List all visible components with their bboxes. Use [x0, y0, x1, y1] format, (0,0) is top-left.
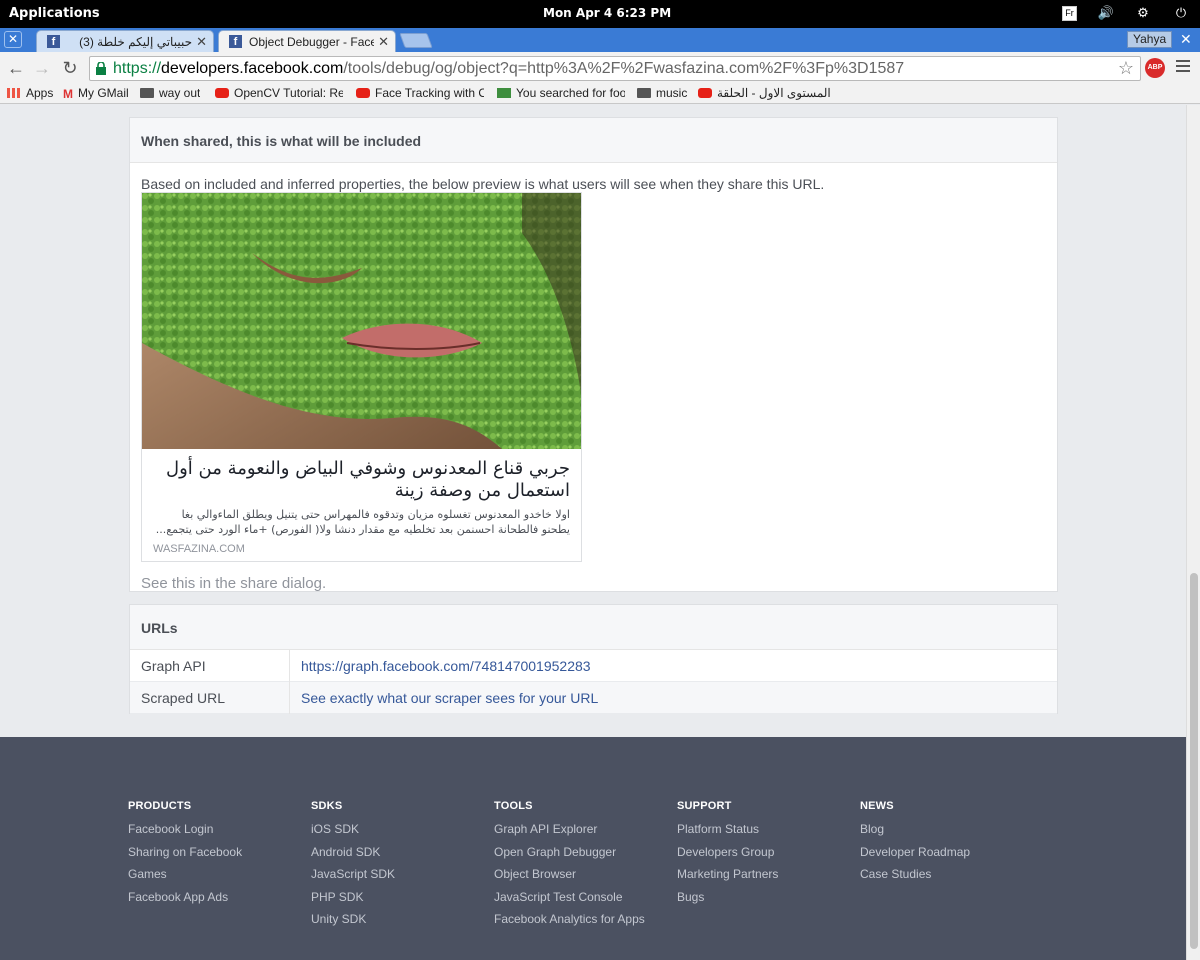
bookmark-folder-way-out[interactable]: way out	[140, 86, 200, 102]
bookmark-food-search[interactable]: You searched for food	[497, 86, 625, 102]
bookmark-folder-music[interactable]: music	[637, 86, 687, 102]
apps-grid-icon	[7, 88, 21, 98]
footer-column-products: PRODUCTS Facebook Login Sharing on Faceb…	[128, 800, 242, 912]
folder-icon	[140, 88, 154, 98]
window-close-icon[interactable]: ✕	[4, 31, 22, 48]
footer-link[interactable]: Blog	[860, 822, 970, 845]
back-arrow-icon[interactable]: ←	[5, 57, 27, 79]
folder-icon	[637, 88, 651, 98]
forward-arrow-icon[interactable]: →	[31, 57, 53, 79]
clock[interactable]: Mon Apr 4 6:23 PM	[543, 6, 671, 20]
adblock-extension-icon[interactable]: ABP	[1145, 58, 1165, 78]
footer-link[interactable]: Facebook Login	[128, 822, 242, 845]
bookmark-face-tracking[interactable]: Face Tracking with Op	[356, 86, 484, 102]
share-dialog-link[interactable]: See this in the share dialog.	[141, 575, 326, 592]
footer-link[interactable]: JavaScript SDK	[311, 867, 395, 890]
footer-link[interactable]: Games	[128, 867, 242, 890]
footer-heading: SDKS	[311, 800, 343, 812]
address-bar[interactable]: https://developers.facebook.com/tools/de…	[89, 56, 1141, 81]
bookmark-star-icon[interactable]: ☆	[1118, 58, 1134, 79]
footer-link[interactable]: iOS SDK	[311, 822, 395, 845]
site-favicon-icon	[497, 88, 511, 98]
footer-link[interactable]: Object Browser	[494, 867, 645, 890]
footer-link[interactable]: Developer Roadmap	[860, 845, 970, 868]
profile-button[interactable]: Yahya	[1127, 31, 1173, 48]
volume-icon[interactable]: 🔊	[1097, 4, 1115, 22]
footer-link[interactable]: Case Studies	[860, 867, 970, 890]
page-scrollbar[interactable]	[1186, 105, 1200, 960]
preview-domain: WASFAZINA.COM	[153, 543, 245, 555]
applications-menu[interactable]: Applications	[9, 6, 100, 21]
footer-column-tools: TOOLS Graph API Explorer Open Graph Debu…	[494, 800, 645, 935]
reload-icon[interactable]: ↻	[59, 57, 81, 79]
new-tab-button[interactable]	[399, 33, 433, 48]
footer-heading: TOOLS	[494, 800, 533, 812]
gmail-icon: M	[63, 87, 73, 101]
system-top-bar: Applications Mon Apr 4 6:23 PM Fr 🔊 ⚙ ⏻	[0, 0, 1200, 28]
bookmarks-bar: Apps M My GMail way out OpenCV Tutorial: …	[0, 84, 1200, 104]
preview-title: جربي قناع المعدنوس وشوفي البياض والنعومة…	[166, 458, 570, 501]
footer: PRODUCTS Facebook Login Sharing on Faceb…	[0, 737, 1200, 960]
scraped-url-link[interactable]: See exactly what our scraper sees for yo…	[301, 690, 598, 706]
footer-link[interactable]: PHP SDK	[311, 890, 395, 913]
url-row-key: Scraped URL	[141, 690, 226, 706]
footer-link[interactable]: Unity SDK	[311, 912, 395, 935]
tab-title: Object Debugger - Facebook	[249, 35, 374, 49]
preview-image	[142, 193, 581, 449]
page-content: When shared, this is what will be includ…	[0, 105, 1200, 960]
footer-link[interactable]: Platform Status	[677, 822, 778, 845]
network-icon[interactable]: ⚙	[1134, 4, 1152, 22]
footer-heading: NEWS	[860, 800, 894, 812]
lock-icon	[96, 62, 106, 75]
power-icon[interactable]: ⏻	[1172, 4, 1190, 22]
youtube-icon	[356, 88, 370, 98]
url-text: https://developers.facebook.com/tools/de…	[113, 60, 905, 77]
footer-link[interactable]: Bugs	[677, 890, 778, 913]
url-row: Graph API https://graph.facebook.com/748…	[130, 650, 1057, 682]
footer-link[interactable]: JavaScript Test Console	[494, 890, 645, 913]
footer-heading: PRODUCTS	[128, 800, 192, 812]
browser-tab-strip: ✕ f حبيباتي إليكم خلطة (3) ✕ f Object De…	[0, 28, 1200, 52]
footer-column-news: NEWS Blog Developer Roadmap Case Studies	[860, 800, 970, 890]
tab-inactive[interactable]: f حبيباتي إليكم خلطة (3) ✕	[36, 30, 214, 52]
bookmark-apps[interactable]: Apps	[7, 86, 53, 102]
urls-card: URLs Graph API https://graph.facebook.co…	[129, 604, 1058, 714]
youtube-icon	[215, 88, 229, 98]
url-row-key: Graph API	[141, 658, 206, 674]
graph-api-link[interactable]: https://graph.facebook.com/7481470019522…	[301, 658, 591, 674]
scrollbar-thumb[interactable]	[1190, 573, 1198, 949]
footer-link[interactable]: Open Graph Debugger	[494, 845, 645, 868]
tab-title: حبيباتي إليكم خلطة (3)	[79, 35, 192, 49]
tab-close-icon[interactable]: ✕	[196, 34, 207, 50]
url-row: Scraped URL See exactly what our scraper…	[130, 682, 1057, 714]
preview-description: اولا خاخدو المعدنوس تغسلوه مزيان وتدقوه …	[155, 508, 570, 536]
footer-column-sdks: SDKS iOS SDK Android SDK JavaScript SDK …	[311, 800, 395, 935]
close-window-icon[interactable]: ✕	[1180, 31, 1192, 48]
bookmark-arabic-video[interactable]: المستوى الاول - الحلقة	[698, 86, 831, 102]
footer-link[interactable]: Graph API Explorer	[494, 822, 645, 845]
share-card-heading: When shared, this is what will be includ…	[130, 118, 1057, 163]
share-preview-card: When shared, this is what will be includ…	[129, 117, 1058, 592]
facebook-favicon-icon: f	[229, 35, 242, 48]
bookmark-opencv[interactable]: OpenCV Tutorial: Real	[215, 86, 343, 102]
tab-close-icon[interactable]: ✕	[378, 34, 389, 50]
footer-link[interactable]: Developers Group	[677, 845, 778, 868]
footer-link[interactable]: Sharing on Facebook	[128, 845, 242, 868]
footer-link[interactable]: Facebook Analytics for Apps	[494, 912, 645, 935]
footer-link[interactable]: Android SDK	[311, 845, 395, 868]
footer-link[interactable]: Facebook App Ads	[128, 890, 242, 913]
link-preview[interactable]: جربي قناع المعدنوس وشوفي البياض والنعومة…	[141, 192, 582, 562]
browser-menu-icon[interactable]	[1176, 60, 1190, 75]
share-description: Based on included and inferred propertie…	[141, 176, 825, 192]
browser-toolbar: ← → ↻ https://developers.facebook.com/to…	[0, 52, 1200, 84]
footer-heading: SUPPORT	[677, 800, 732, 812]
footer-link[interactable]: Marketing Partners	[677, 867, 778, 890]
bookmark-gmail[interactable]: M My GMail	[63, 86, 129, 102]
youtube-icon	[698, 88, 712, 98]
footer-column-support: SUPPORT Platform Status Developers Group…	[677, 800, 778, 912]
tab-active[interactable]: f Object Debugger - Facebook ✕	[218, 30, 396, 52]
facebook-favicon-icon: f	[47, 35, 60, 48]
keyboard-layout-indicator[interactable]: Fr	[1062, 6, 1077, 21]
urls-card-heading: URLs	[130, 605, 1057, 650]
